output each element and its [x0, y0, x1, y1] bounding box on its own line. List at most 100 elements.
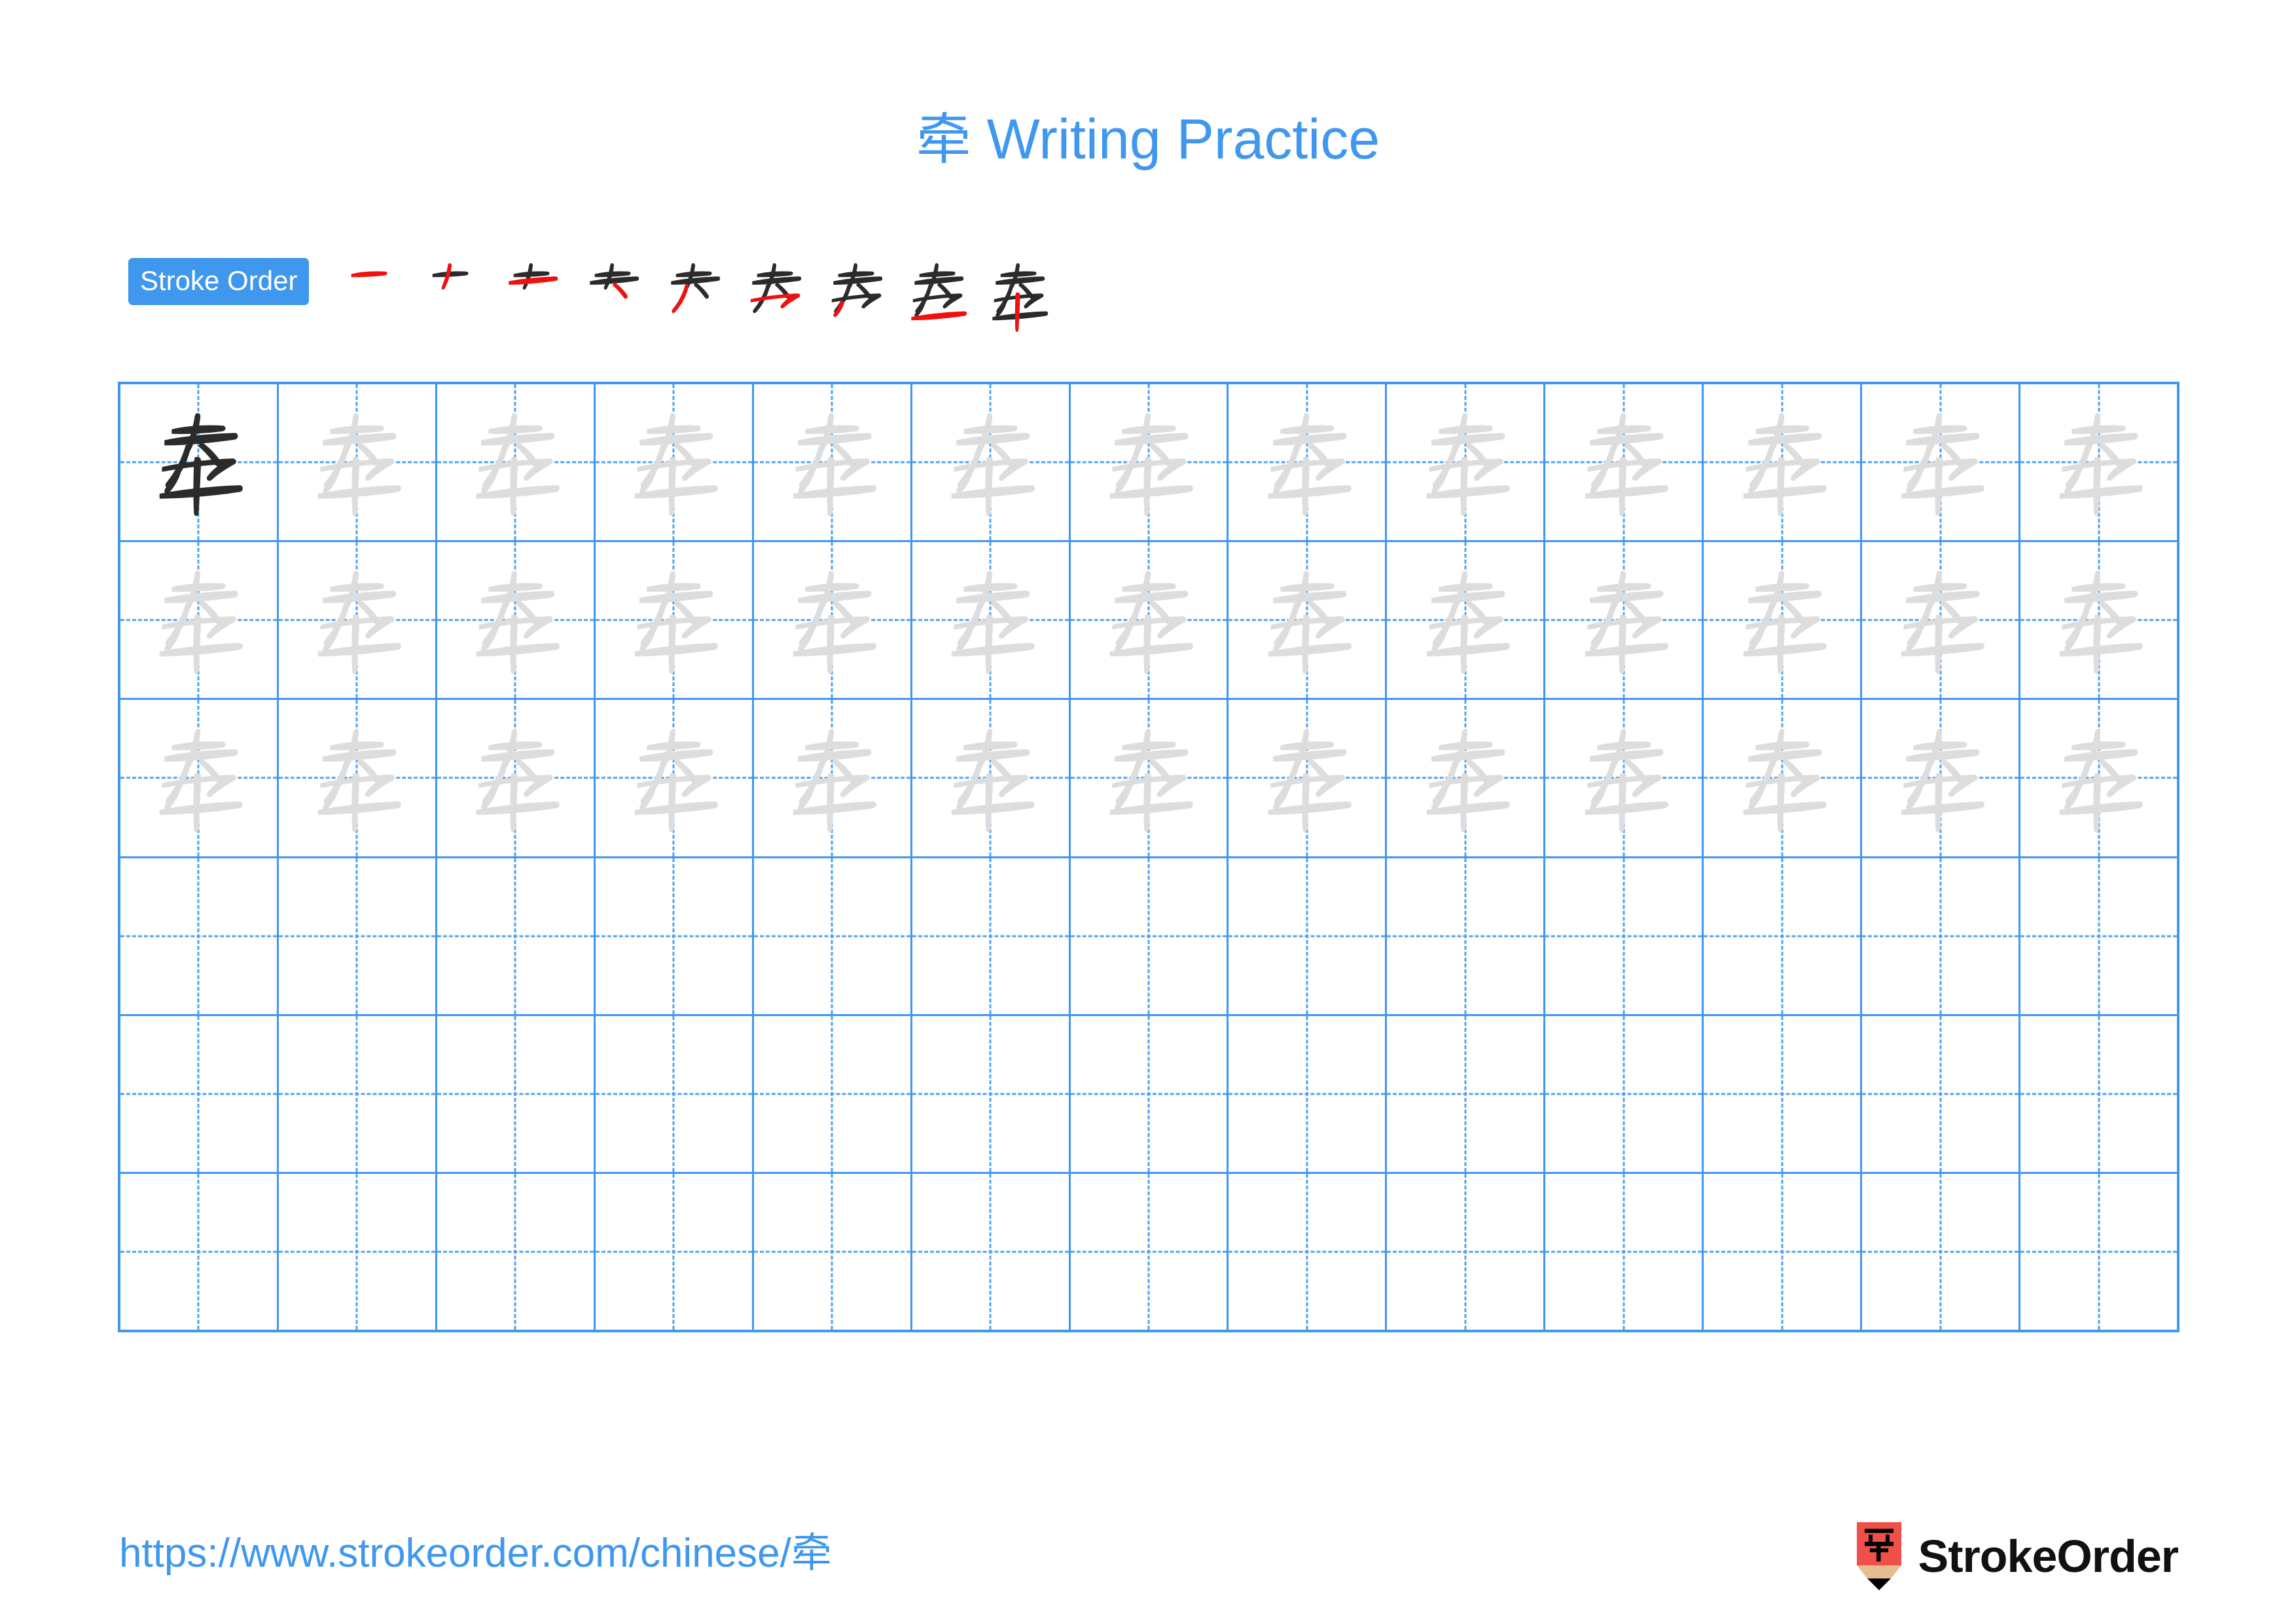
blank-practice-cell[interactable]	[1545, 858, 1704, 1014]
blank-practice-cell[interactable]	[1070, 858, 1229, 1014]
trace-character-cell[interactable]	[1070, 542, 1229, 699]
blank-practice-cell[interactable]	[278, 1015, 437, 1172]
trace-character	[596, 542, 752, 698]
trace-character-cell[interactable]	[437, 542, 596, 699]
blank-practice-cell[interactable]	[1070, 1173, 1229, 1330]
trace-character-cell[interactable]	[1862, 700, 2021, 856]
blank-practice-cell[interactable]	[120, 1173, 279, 1330]
trace-character-cell[interactable]	[1704, 384, 1863, 541]
blank-practice-cell[interactable]	[2020, 1173, 2177, 1330]
trace-character-cell[interactable]	[1387, 384, 1546, 541]
blank-practice-cell[interactable]	[437, 858, 596, 1014]
trace-character	[754, 542, 910, 698]
blank-practice-cell[interactable]	[595, 858, 754, 1014]
trace-character-cell[interactable]	[912, 542, 1071, 699]
trace-character-cell[interactable]	[278, 700, 437, 856]
blank-practice-cell[interactable]	[595, 1015, 754, 1172]
blank-practice-cell[interactable]	[1387, 1173, 1546, 1330]
blank-practice-cell[interactable]	[2020, 858, 2177, 1014]
trace-character-cell[interactable]	[1862, 542, 2021, 699]
trace-character-cell[interactable]	[1704, 700, 1863, 856]
trace-character-cell[interactable]	[912, 700, 1071, 856]
trace-character-cell[interactable]	[1545, 384, 1704, 541]
trace-character	[1387, 384, 1543, 540]
blank-practice-cell[interactable]	[437, 1015, 596, 1172]
practice-row	[120, 858, 2177, 1016]
trace-character-cell[interactable]	[437, 384, 596, 541]
blank-practice-cell[interactable]	[1862, 1173, 2021, 1330]
brand-logo-group[interactable]: StrokeOrder	[1854, 1520, 2179, 1592]
trace-character-cell[interactable]	[1387, 542, 1546, 699]
blank-practice-cell[interactable]	[437, 1173, 596, 1330]
blank-practice-cell[interactable]	[1229, 1015, 1388, 1172]
blank-practice-cell[interactable]	[1229, 1173, 1388, 1330]
blank-practice-cell[interactable]	[912, 858, 1071, 1014]
trace-character-cell[interactable]	[1704, 542, 1863, 699]
trace-character	[1229, 384, 1385, 540]
trace-character-cell[interactable]	[912, 384, 1071, 541]
trace-character-cell[interactable]	[1229, 384, 1388, 541]
blank-practice-cell[interactable]	[1387, 1015, 1546, 1172]
practice-row	[120, 384, 2177, 543]
trace-character-cell[interactable]	[2020, 384, 2177, 541]
trace-character	[912, 384, 1069, 540]
blank-practice-cell[interactable]	[1862, 1015, 2021, 1172]
trace-character-cell[interactable]	[1387, 700, 1546, 856]
stroke-step-8	[897, 255, 978, 337]
trace-character	[1862, 542, 2018, 698]
blank-practice-cell[interactable]	[120, 858, 279, 1014]
stroke-step-1	[329, 255, 410, 337]
blank-practice-cell[interactable]	[1704, 1015, 1863, 1172]
trace-character	[1071, 542, 1227, 698]
blank-practice-cell[interactable]	[1704, 858, 1863, 1014]
trace-character-cell[interactable]	[278, 542, 437, 699]
trace-character-cell[interactable]	[753, 700, 912, 856]
blank-practice-cell[interactable]	[278, 858, 437, 1014]
trace-character-cell[interactable]	[1229, 700, 1388, 856]
blank-practice-cell[interactable]	[595, 1173, 754, 1330]
trace-character-cell[interactable]	[120, 542, 279, 699]
stroke-step-5	[653, 255, 734, 337]
blank-practice-cell[interactable]	[1704, 1173, 1863, 1330]
blank-practice-cell[interactable]	[278, 1173, 437, 1330]
guide-line-horizontal	[1387, 935, 1544, 938]
blank-practice-cell[interactable]	[2020, 1015, 2177, 1172]
trace-character-cell[interactable]	[595, 384, 754, 541]
trace-character-cell[interactable]	[1070, 700, 1229, 856]
trace-character-cell[interactable]	[437, 700, 596, 856]
trace-character-cell[interactable]	[1070, 384, 1229, 541]
trace-character-cell[interactable]	[1545, 700, 1704, 856]
trace-character-cell[interactable]	[753, 542, 912, 699]
blank-practice-cell[interactable]	[1545, 1173, 1704, 1330]
trace-character-cell[interactable]	[595, 700, 754, 856]
trace-character-cell[interactable]	[753, 384, 912, 541]
trace-character-cell[interactable]	[120, 700, 279, 856]
blank-practice-cell[interactable]	[1229, 858, 1388, 1014]
blank-practice-cell[interactable]	[1862, 858, 2021, 1014]
blank-practice-cell[interactable]	[912, 1015, 1071, 1172]
blank-practice-cell[interactable]	[1545, 1015, 1704, 1172]
blank-practice-cell[interactable]	[753, 858, 912, 1014]
blank-practice-cell[interactable]	[120, 1015, 279, 1172]
trace-character-cell[interactable]	[1862, 384, 2021, 541]
trace-character	[437, 700, 594, 856]
blank-practice-cell[interactable]	[753, 1015, 912, 1172]
footer-url[interactable]: https://www.strokeorder.com/chinese/牵	[119, 1533, 832, 1574]
trace-character	[1704, 700, 1860, 856]
blank-practice-cell[interactable]	[912, 1173, 1071, 1330]
trace-character-cell[interactable]	[2020, 700, 2177, 856]
trace-character	[1704, 542, 1860, 698]
trace-character-cell[interactable]	[595, 542, 754, 699]
stroke-order-steps	[329, 255, 1059, 337]
blank-practice-cell[interactable]	[1070, 1015, 1229, 1172]
trace-character-cell[interactable]	[1229, 542, 1388, 699]
trace-character	[1387, 700, 1543, 856]
trace-character-cell[interactable]	[2020, 542, 2177, 699]
blank-practice-cell[interactable]	[753, 1173, 912, 1330]
trace-character-cell[interactable]	[278, 384, 437, 541]
model-character-cell[interactable]	[120, 384, 279, 541]
trace-character-cell[interactable]	[1545, 542, 1704, 699]
stroke-order-section: Stroke Order	[128, 255, 1059, 334]
guide-line-horizontal	[1229, 935, 1386, 938]
blank-practice-cell[interactable]	[1387, 858, 1546, 1014]
